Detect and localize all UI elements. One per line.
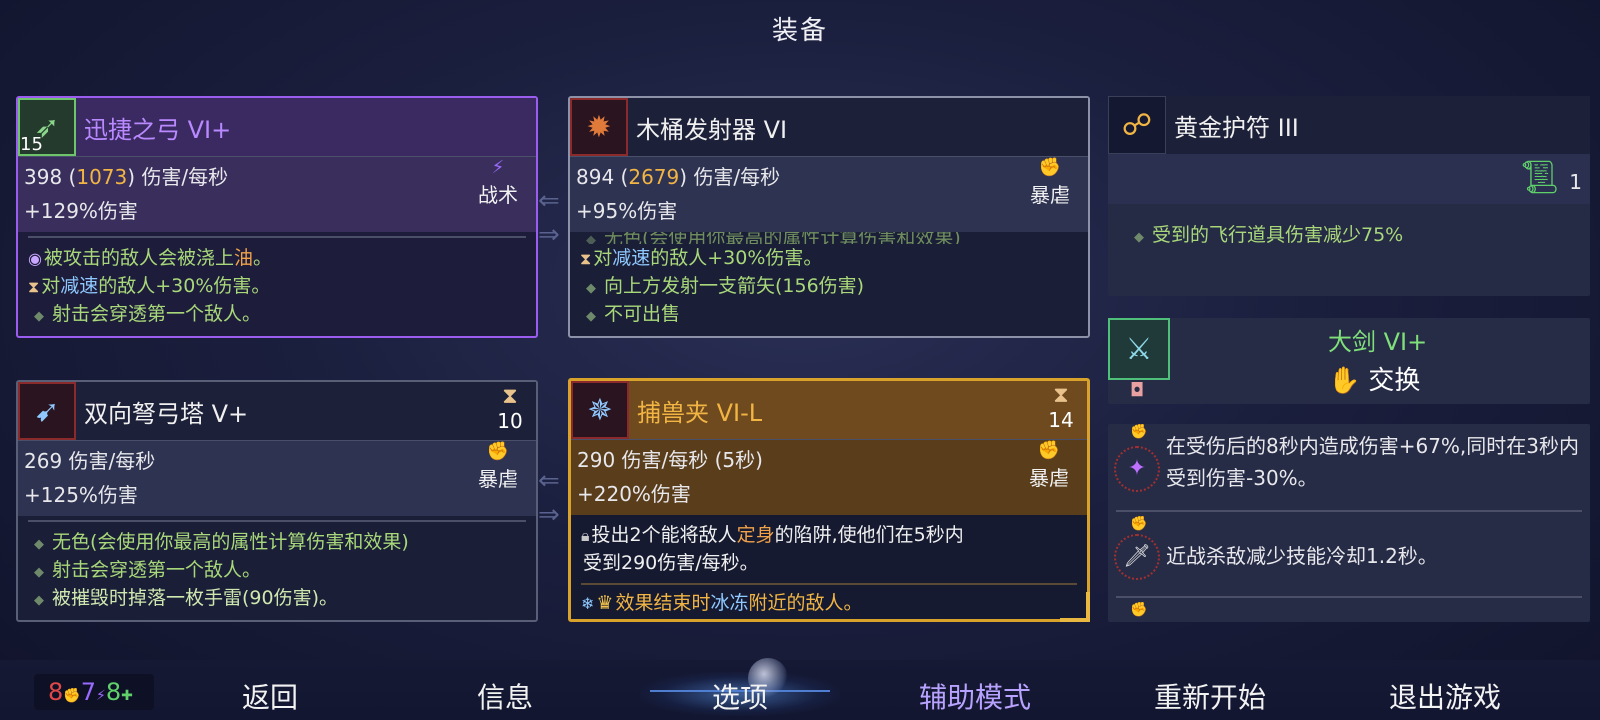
bullet-icon: ◆	[34, 565, 44, 580]
hourglass-icon: ⧗	[580, 249, 592, 268]
swap-weapon-name: 大剑 VI+	[1328, 328, 1428, 356]
effect-line: ◆ 向上方发射一支箭矢(156伤害)	[586, 275, 865, 297]
mutation-brutality-marker-icon: ✊	[1130, 602, 1148, 618]
amulet-panel[interactable]: ☍ 黄金护符 III 📜︎ 1 ◆ 受到的飞行道具伤害减少75%	[1108, 96, 1590, 296]
item-level: 15	[20, 134, 43, 155]
oil-icon: ◉	[28, 249, 42, 268]
dps-line: 269 伤害/每秒	[24, 449, 156, 473]
hand-icon: ✋	[1328, 366, 1361, 396]
charges: ⧗ 10	[492, 384, 528, 433]
amulet-name: 黄金护符 III	[1174, 114, 1299, 142]
nav-options-button[interactable]: 选项	[640, 676, 840, 716]
effect-line: ⧗ 对减速的敌人+30%伤害。	[28, 275, 271, 297]
effect-line: ◆ 被摧毁时掉落一枚手雷(90伤害)。	[34, 587, 339, 609]
mutation-brutality-marker-icon: ✊	[1130, 424, 1148, 440]
skill-card-barrel-launcher[interactable]: ✹ 木桶发射器 VI 894 (2679) 伤害/每秒 +95%伤害 ✊ 暴虐 …	[568, 96, 1090, 338]
scaling-tag: ✊ 暴虐	[1019, 440, 1079, 491]
effect-line: ◆ 无色(会使用你最高的属性计算伤害和效果)	[586, 232, 961, 244]
crown-icon: ♛	[596, 592, 614, 614]
damage-bonus: +125%伤害	[24, 483, 138, 507]
dps-line: 398 (1073) 伤害/每秒	[24, 165, 229, 189]
nav-restart-button[interactable]: 重新开始	[1110, 676, 1310, 716]
bullet-icon: ◆	[34, 593, 44, 608]
scaling-tag: ⚡ 战术	[468, 157, 528, 208]
freeze-icon: ❄	[581, 594, 595, 613]
weapon-card-bow[interactable]: ➶ 15 迅捷之弓 VI+ 398 (1073) 伤害/每秒 +129%伤害 ⚡…	[16, 96, 538, 338]
amulet-effect: ◆ 受到的飞行道具伤害减少75%	[1134, 224, 1404, 246]
scroll-stats-values: 8✊7⚡8✚	[48, 678, 133, 706]
lock-icon: 🔒︎	[581, 526, 590, 545]
effect-line: ⧗ 对减速的敌人+30%伤害。	[580, 247, 823, 269]
swap-panel[interactable]: ⚔ ◘ 大剑 VI+ ✋ 交换	[1108, 318, 1590, 404]
scroll-count: 1	[1569, 170, 1582, 194]
brutality-icon: ✊	[486, 441, 510, 462]
effect-line: 受到290伤害/每秒。	[583, 552, 759, 574]
mutations-panel: ✊ ✦ 在受伤后的8秒内造成伤害+67%,同时在3秒内受到伤害-30%。 ✊ 🗡…	[1108, 424, 1590, 622]
skill-card-wolf-trap[interactable]: ✵ 捕兽夹 VI-L ⧗ 14 290 伤害/每秒 (5秒) +220%伤害 ✊…	[568, 378, 1090, 622]
turret-icon: ➹	[18, 382, 76, 440]
tactics-icon: ⚡	[96, 688, 106, 704]
effect-line: ◆ 射击会穿透第一个敌人。	[34, 559, 262, 581]
tactics-icon: ⚡	[491, 157, 505, 178]
mutation-icon: 🗡︎	[1114, 534, 1160, 580]
mutation-icon: ✦	[1114, 446, 1160, 492]
nav-info-button[interactable]: 信息	[405, 676, 605, 716]
amulet-icon: ☍	[1108, 96, 1166, 154]
brutality-icon: ✊	[63, 688, 81, 704]
dps-line: 290 伤害/每秒 (5秒)	[577, 448, 763, 472]
brutality-icon: ✊	[1037, 440, 1061, 461]
nav-back-button[interactable]: 返回	[170, 676, 370, 716]
hourglass-icon: ⧗	[28, 277, 40, 296]
broadsword-icon: ⚔	[1108, 318, 1170, 380]
wolf-trap-icon: ✵	[571, 381, 629, 439]
mutation-brutality-marker-icon: ✊	[1130, 516, 1148, 532]
bullet-icon: ◆	[34, 537, 44, 552]
pet-icon: ◘	[1130, 380, 1145, 401]
effect-line: ◆ 射击会穿透第一个敌人。	[34, 303, 262, 325]
damage-bonus: +95%伤害	[576, 199, 678, 223]
survival-icon: ✚	[121, 688, 133, 704]
damage-bonus: +129%伤害	[24, 199, 138, 223]
mutation-text: 在受伤后的8秒内造成伤害+67%,同时在3秒内受到伤害-30%。	[1166, 434, 1580, 490]
bullet-icon: ◆	[586, 309, 596, 324]
damage-bonus: +220%伤害	[577, 482, 691, 506]
scaling-tag: ✊ 暴虐	[468, 441, 528, 492]
item-name: 双向弩弓塔 V+	[84, 400, 249, 428]
swap-button[interactable]: ✋ 交换	[1328, 360, 1420, 397]
barrel-launcher-icon: ✹	[570, 98, 628, 156]
item-name: 捕兽夹 VI-L	[637, 399, 763, 427]
effect-line: ◆ 无色(会使用你最高的属性计算伤害和效果)	[34, 531, 409, 553]
bullet-icon: ◆	[34, 309, 44, 324]
effect-line: ◆ 不可出售	[586, 303, 681, 325]
item-name: 木桶发射器 VI	[636, 116, 788, 144]
skill-card-double-crossb-o-matic[interactable]: ➹ 双向弩弓塔 V+ ⧗ 10 269 伤害/每秒 +125%伤害 ✊ 暴虐 ◆…	[16, 380, 538, 622]
bullet-icon: ◆	[586, 281, 596, 296]
effect-line: ◉ 被攻击的敌人会被浇上油。	[28, 247, 273, 269]
legendary-corner-ornament	[1060, 592, 1090, 622]
scaling-tag: ✊ 暴虐	[1020, 157, 1080, 208]
nav-assist-mode-button[interactable]: 辅助模式	[875, 676, 1075, 716]
legendary-effect-line: ❄ ♛ 效果结束时冰冻附近的敌人。	[581, 592, 863, 614]
effect-line: 🔒︎ 投出2个能将敌人定身的陷阱,使他们在5秒内	[581, 524, 964, 546]
mutation-text: 近战杀敌减少技能冷却1.2秒。	[1166, 544, 1438, 568]
brutality-icon: ✊	[1038, 157, 1062, 178]
hourglass-icon: ⧗	[1053, 383, 1069, 408]
hourglass-icon: ⧗	[502, 384, 518, 409]
nav-quit-button[interactable]: 退出游戏	[1345, 676, 1545, 716]
page-title: 装备	[771, 16, 828, 46]
item-name: 迅捷之弓 VI+	[84, 116, 232, 144]
dps-line: 894 (2679) 伤害/每秒	[576, 165, 781, 189]
scroll-icon: 📜︎	[1519, 158, 1560, 196]
charges: ⧗ 14	[1043, 383, 1079, 432]
bullet-icon: ◆	[1134, 230, 1144, 245]
